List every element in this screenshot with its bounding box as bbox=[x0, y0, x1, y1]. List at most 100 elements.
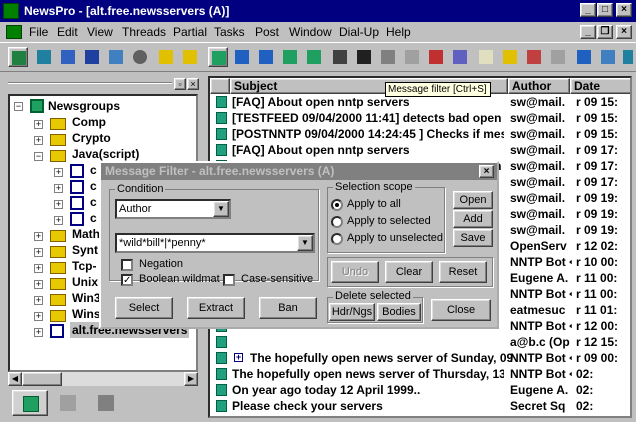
expand-icon[interactable]: + bbox=[54, 200, 63, 209]
message-row[interactable]: The hopefully open news server of Thursd… bbox=[210, 366, 630, 382]
negation-checkbox[interactable] bbox=[121, 259, 133, 271]
mail-icon[interactable] bbox=[476, 47, 496, 67]
chevron-down-icon[interactable]: ▼ bbox=[213, 201, 229, 217]
expand-icon[interactable]: + bbox=[34, 328, 43, 337]
expand-icon[interactable]: + bbox=[34, 136, 43, 145]
delete-bodies-button[interactable]: Bodies bbox=[377, 303, 421, 321]
message-row[interactable]: Please check your servers Secret Sq 02: bbox=[210, 398, 630, 414]
scope-unselected-radio[interactable] bbox=[331, 233, 343, 245]
collapse-icon[interactable]: − bbox=[14, 102, 23, 111]
search-icon[interactable] bbox=[130, 47, 150, 67]
message-row[interactable]: On year ago today 12 April 1999.. Eugene … bbox=[210, 382, 630, 398]
tree-item[interactable]: Math bbox=[72, 226, 100, 242]
menu-view[interactable]: View bbox=[87, 25, 113, 39]
extract-button[interactable]: Extract bbox=[187, 297, 245, 319]
message-row[interactable]: a@b.c (Op r 12 15: bbox=[210, 334, 630, 350]
tree-item[interactable]: c bbox=[90, 194, 97, 210]
menu-threads[interactable]: Threads bbox=[122, 25, 166, 39]
pane-close-button[interactable]: × bbox=[187, 78, 199, 90]
tree-item[interactable]: Wins bbox=[72, 306, 101, 322]
tree-item[interactable]: Java(script) bbox=[72, 146, 139, 162]
case-sensitive-checkbox[interactable] bbox=[223, 274, 235, 286]
tree-root-label[interactable]: Newsgroups bbox=[48, 98, 120, 114]
tree-item[interactable]: c bbox=[90, 162, 97, 178]
delete-headers-button[interactable]: Hdr/Ngs bbox=[329, 303, 375, 321]
child-close-button[interactable]: × bbox=[616, 25, 632, 39]
scope-all-radio[interactable] bbox=[331, 199, 343, 211]
app-icon[interactable] bbox=[3, 3, 19, 19]
expand-icon[interactable]: + bbox=[34, 296, 43, 305]
menu-window[interactable]: Window bbox=[289, 25, 332, 39]
message-row[interactable]: [FAQ] About open nntp servers sw@mail. r 0… bbox=[210, 142, 630, 158]
tree-item[interactable]: Comp bbox=[72, 114, 106, 130]
clear-button[interactable]: Clear bbox=[385, 261, 433, 283]
tree-horizontal-scrollbar[interactable]: ◀ ▶ bbox=[8, 372, 198, 386]
date-column-header[interactable]: Date bbox=[570, 78, 630, 94]
help-icon[interactable] bbox=[620, 47, 634, 67]
binoculars-icon[interactable] bbox=[354, 47, 374, 67]
expand-icon[interactable]: + bbox=[34, 120, 43, 129]
collapse-icon[interactable]: − bbox=[34, 152, 43, 161]
close-dialog-button[interactable]: Close bbox=[431, 299, 491, 321]
tree-item[interactable]: Win3 bbox=[72, 290, 101, 306]
undo-button[interactable]: Undo bbox=[331, 261, 379, 283]
pattern-select[interactable]: *wild*bill*|*penny* ▼ bbox=[115, 233, 315, 253]
tree-item[interactable]: Unix bbox=[72, 274, 98, 290]
folder-icon[interactable] bbox=[156, 47, 176, 67]
icon-column-header[interactable] bbox=[210, 78, 230, 94]
tree-item[interactable]: Synt bbox=[72, 242, 98, 258]
scope-selected-radio[interactable] bbox=[331, 216, 343, 228]
open-folder-icon[interactable] bbox=[180, 47, 200, 67]
message-row[interactable]: [TESTFEED 09/04/2000 11:41] detects bad … bbox=[210, 110, 630, 126]
menu-tasks[interactable]: Tasks bbox=[214, 25, 245, 39]
menu-partial[interactable]: Partial bbox=[173, 25, 207, 39]
next-icon[interactable] bbox=[232, 47, 252, 67]
menu-file[interactable]: File bbox=[29, 25, 48, 39]
maximize-button[interactable]: □ bbox=[597, 3, 613, 17]
dialog-close-icon[interactable]: × bbox=[479, 165, 494, 178]
boolean-wildmat-checkbox[interactable]: ✓ bbox=[121, 274, 133, 286]
thread-icon[interactable] bbox=[280, 47, 300, 67]
menu-help[interactable]: Help bbox=[386, 25, 411, 39]
copy-icon[interactable] bbox=[402, 47, 422, 67]
expand-icon[interactable]: + bbox=[34, 312, 43, 321]
tree-item[interactable]: c bbox=[90, 178, 97, 194]
message-row[interactable]: The hopefully open news server of Sunday… bbox=[210, 350, 630, 366]
message-filter-icon[interactable] bbox=[378, 47, 398, 67]
save-icon[interactable] bbox=[524, 47, 544, 67]
chevron-down-icon[interactable]: ▼ bbox=[297, 235, 313, 251]
pane-restore-button[interactable]: ▫ bbox=[174, 78, 186, 90]
tab-newsgroups[interactable] bbox=[12, 390, 48, 416]
get-headers-icon[interactable] bbox=[58, 47, 78, 67]
add-button[interactable]: Add bbox=[453, 210, 493, 228]
document-icon[interactable] bbox=[6, 25, 22, 39]
subscribe-icon[interactable] bbox=[34, 47, 54, 67]
scroll-thumb[interactable] bbox=[22, 372, 62, 386]
tree-item[interactable]: c bbox=[90, 210, 97, 226]
book-icon[interactable] bbox=[82, 47, 102, 67]
stats-icon[interactable] bbox=[426, 47, 446, 67]
newsgroup-icon[interactable] bbox=[106, 47, 126, 67]
author-column-header[interactable]: Author bbox=[508, 78, 570, 94]
save-button[interactable]: Save bbox=[453, 229, 493, 247]
menu-dialup[interactable]: Dial-Up bbox=[339, 25, 379, 39]
select-button[interactable]: Select bbox=[115, 297, 173, 319]
mark-icon[interactable] bbox=[304, 47, 324, 67]
scroll-left-button[interactable]: ◀ bbox=[8, 372, 22, 386]
expand-thread-icon[interactable]: + bbox=[234, 353, 243, 362]
tree-item[interactable]: Tcp- bbox=[72, 258, 96, 274]
child-restore-button[interactable]: ❐ bbox=[597, 25, 613, 39]
menu-post[interactable]: Post bbox=[255, 25, 279, 39]
edit-icon[interactable] bbox=[450, 47, 470, 67]
network-icon[interactable] bbox=[574, 47, 594, 67]
close-button[interactable]: × bbox=[616, 3, 632, 17]
find-icon[interactable] bbox=[330, 47, 350, 67]
prev-icon[interactable] bbox=[256, 47, 276, 67]
add-icon[interactable] bbox=[208, 47, 228, 67]
expand-icon[interactable]: + bbox=[34, 232, 43, 241]
connect-icon[interactable] bbox=[8, 47, 28, 67]
menu-edit[interactable]: Edit bbox=[57, 25, 78, 39]
tab-tasks[interactable] bbox=[50, 390, 86, 416]
minimize-button[interactable]: _ bbox=[580, 3, 596, 17]
scroll-right-button[interactable]: ▶ bbox=[184, 372, 198, 386]
